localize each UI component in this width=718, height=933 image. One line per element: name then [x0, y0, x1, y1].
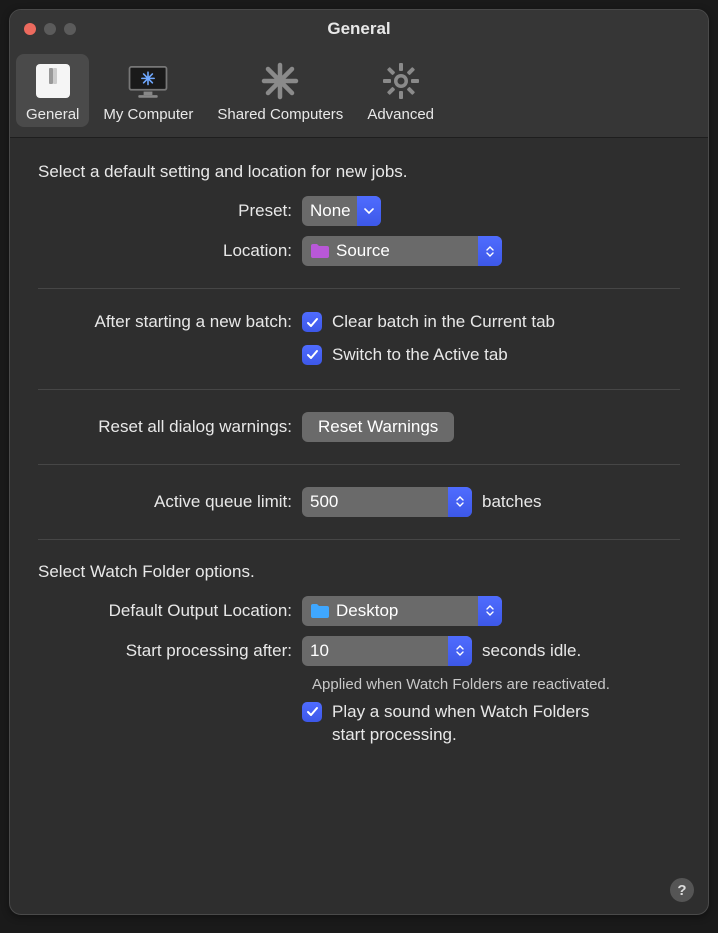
play-sound-label: Play a sound when Watch Folders start pr…	[332, 701, 612, 747]
tab-shared-computers[interactable]: Shared Computers	[207, 54, 353, 127]
preset-value: None	[310, 201, 357, 221]
updown-icon	[448, 636, 472, 666]
checkmark-icon	[302, 312, 322, 332]
window-title: General	[10, 19, 708, 39]
checkmark-icon	[302, 702, 322, 722]
help-icon: ?	[677, 882, 686, 899]
tab-label: Advanced	[367, 106, 434, 123]
reset-warnings-button-label: Reset Warnings	[318, 417, 438, 437]
start-processing-popup[interactable]: 10	[302, 636, 472, 666]
separator	[38, 464, 680, 465]
tab-label: Shared Computers	[217, 106, 343, 123]
folder-purple-icon	[310, 243, 330, 259]
play-sound-checkbox[interactable]: Play a sound when Watch Folders start pr…	[302, 701, 612, 747]
reset-warnings-label: Reset all dialog warnings:	[38, 417, 302, 437]
tab-label: General	[26, 106, 79, 123]
minimize-window-button[interactable]	[44, 23, 56, 35]
general-pane: Select a default setting and location fo…	[10, 138, 708, 914]
updown-icon	[478, 236, 502, 266]
queue-limit-value: 500	[310, 492, 448, 512]
preset-label: Preset:	[38, 201, 302, 221]
chevron-down-icon	[357, 196, 381, 226]
folder-blue-icon	[310, 603, 330, 619]
tab-my-computer[interactable]: My Computer	[93, 54, 203, 127]
start-processing-suffix: seconds idle.	[482, 641, 581, 661]
shared-computers-icon	[258, 60, 302, 102]
switch-active-label: Switch to the Active tab	[332, 344, 508, 367]
computer-icon	[126, 60, 170, 102]
start-processing-value: 10	[310, 641, 448, 661]
gear-icon	[379, 60, 423, 102]
after-batch-label: After starting a new batch:	[38, 312, 302, 332]
location-label: Location:	[38, 241, 302, 261]
updown-icon	[448, 487, 472, 517]
separator	[38, 539, 680, 540]
tab-label: My Computer	[103, 106, 193, 123]
general-icon	[31, 60, 75, 102]
location-value: Source	[336, 241, 478, 261]
default-jobs-heading: Select a default setting and location fo…	[38, 162, 680, 182]
preferences-window: General General	[9, 9, 709, 915]
queue-limit-suffix: batches	[482, 492, 542, 512]
output-location-value: Desktop	[336, 601, 478, 621]
clear-batch-label: Clear batch in the Current tab	[332, 311, 555, 334]
separator	[38, 389, 680, 390]
tab-general[interactable]: General	[16, 54, 89, 127]
switch-active-checkbox[interactable]: Switch to the Active tab	[302, 344, 508, 367]
clear-batch-checkbox[interactable]: Clear batch in the Current tab	[302, 311, 555, 334]
preset-popup[interactable]: None	[302, 196, 381, 226]
watch-folder-heading: Select Watch Folder options.	[38, 562, 680, 582]
titlebar: General	[10, 10, 708, 48]
output-location-popup[interactable]: Desktop	[302, 596, 502, 626]
zoom-window-button[interactable]	[64, 23, 76, 35]
separator	[38, 288, 680, 289]
help-button[interactable]: ?	[670, 878, 694, 902]
tab-advanced[interactable]: Advanced	[357, 54, 444, 127]
reset-warnings-button[interactable]: Reset Warnings	[302, 412, 454, 442]
location-popup[interactable]: Source	[302, 236, 502, 266]
output-location-label: Default Output Location:	[38, 601, 302, 621]
start-processing-label: Start processing after:	[38, 641, 302, 661]
updown-icon	[478, 596, 502, 626]
preferences-toolbar: General My Computer	[10, 48, 708, 138]
close-window-button[interactable]	[24, 23, 36, 35]
queue-limit-popup[interactable]: 500	[302, 487, 472, 517]
window-controls	[10, 23, 76, 35]
queue-limit-label: Active queue limit:	[38, 492, 302, 512]
checkmark-icon	[302, 345, 322, 365]
watch-folder-hint: Applied when Watch Folders are reactivat…	[312, 676, 680, 693]
